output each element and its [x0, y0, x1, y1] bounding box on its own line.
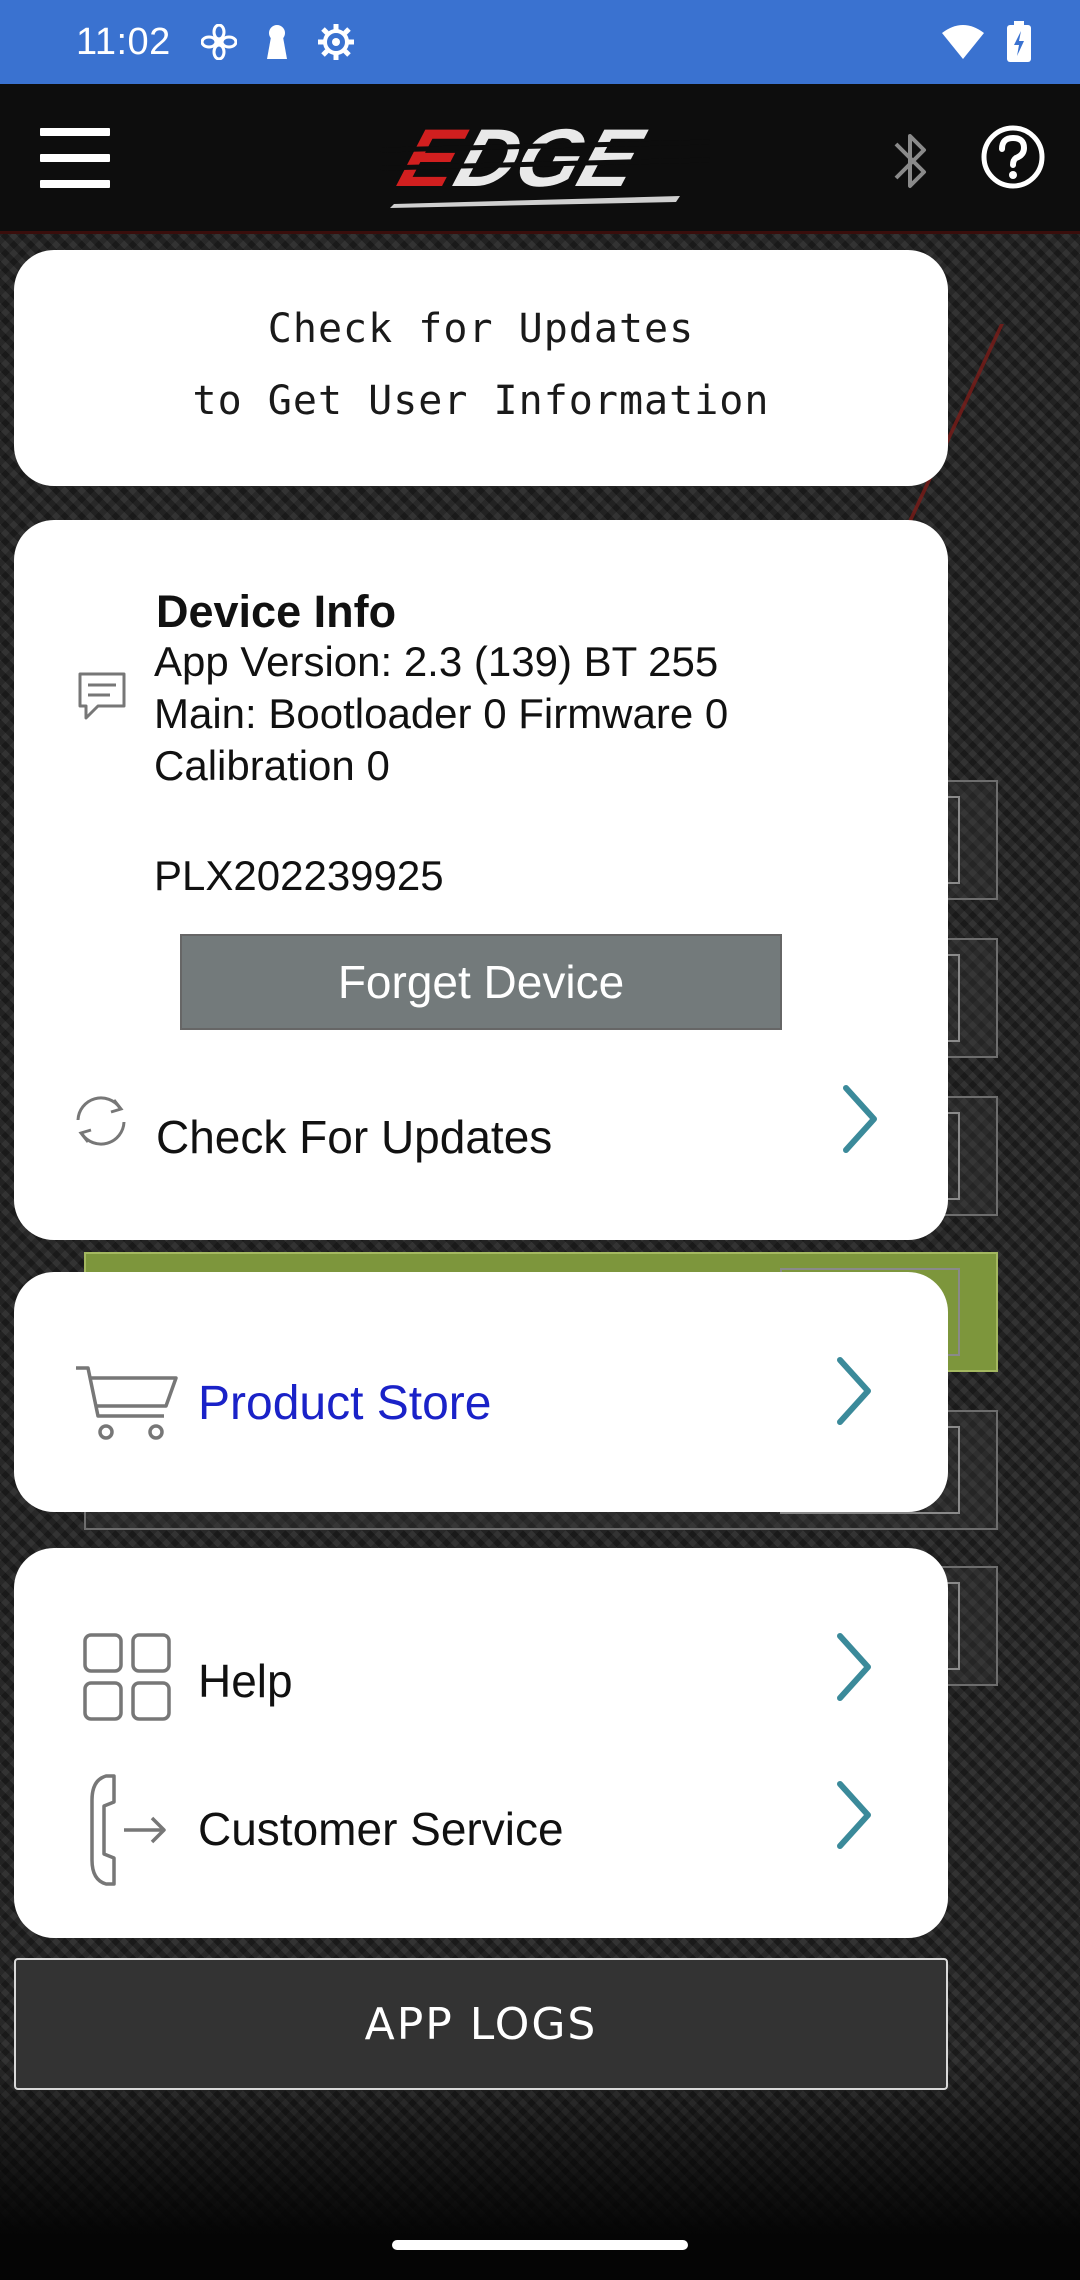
gesture-nav-handle[interactable]: [392, 2240, 688, 2250]
keyhole-icon: [266, 25, 287, 59]
bluetooth-icon[interactable]: [886, 126, 936, 196]
phone-forward-icon: [90, 1774, 166, 1886]
svg-text:DGE: DGE: [445, 112, 655, 204]
help-label[interactable]: Help: [198, 1654, 293, 1708]
message-icon: [78, 672, 126, 720]
forget-device-button[interactable]: Forget Device: [180, 934, 782, 1030]
app-logs-button[interactable]: APP LOGS: [14, 1958, 948, 2090]
chevron-right-icon[interactable]: [834, 1780, 874, 1850]
customer-service-label[interactable]: Customer Service: [198, 1802, 564, 1856]
app-version-text: App Version: 2.3 (139) BT 255: [154, 638, 719, 685]
grid-icon: [83, 1633, 171, 1721]
device-info-title: Device Info: [156, 586, 397, 637]
help-circle-icon[interactable]: [980, 124, 1046, 190]
product-store-card[interactable]: Product Store: [14, 1272, 948, 1512]
chevron-right-icon: [843, 1085, 877, 1153]
hamburger-icon[interactable]: [40, 128, 110, 188]
status-bar: 11:02: [0, 0, 1080, 84]
product-store-label: Product Store: [198, 1377, 492, 1430]
update-prompt-line1: Check for Updates: [267, 306, 695, 352]
calibration-text: Calibration 0: [154, 742, 390, 789]
chevron-right-icon[interactable]: [834, 1632, 874, 1702]
wifi-icon: [942, 25, 984, 59]
serial-number-text: PLX202239925: [154, 852, 444, 899]
update-prompt-line2: to Get User Information: [192, 378, 770, 424]
check-for-updates-row[interactable]: Check For Updates: [14, 1060, 948, 1200]
battery-charging-icon: [1007, 21, 1031, 62]
device-info-card: Device Info App Version: 2.3 (139) BT 25…: [14, 520, 948, 1240]
settings-gear-icon: [317, 24, 354, 60]
firmware-text: Main: Bootloader 0 Firmware 0: [154, 690, 729, 737]
support-card: Help Customer Service: [14, 1548, 948, 1938]
sync-icon: [76, 1096, 126, 1146]
check-for-updates-label: Check For Updates: [156, 1111, 553, 1163]
update-prompt-card[interactable]: Check for Updates to Get User Informatio…: [14, 250, 948, 486]
edge-logo: E DGE: [380, 112, 710, 208]
app-header: E DGE: [0, 84, 1080, 234]
status-time: 11:02: [76, 20, 171, 63]
fan-icon: [200, 24, 237, 60]
shopping-cart-icon: [76, 1366, 178, 1440]
chevron-right-icon: [837, 1357, 871, 1425]
